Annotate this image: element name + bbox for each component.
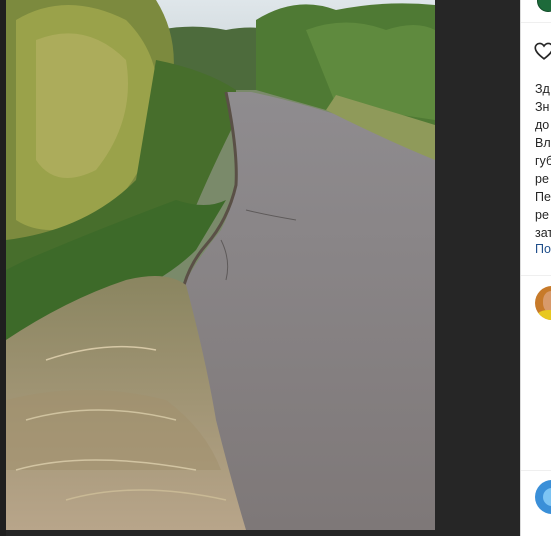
caption-line: ре <box>535 172 549 186</box>
post-photo[interactable] <box>6 0 435 530</box>
caption-line: Вл <box>535 136 551 150</box>
caption-line: зат <box>535 226 551 240</box>
post-caption: Зд Зн до Вл губ ре Пе ре зат <box>535 80 551 242</box>
caption-line: Зн <box>535 100 550 114</box>
heart-icon[interactable] <box>533 40 551 62</box>
road-photo-illustration <box>6 0 435 530</box>
show-more-link[interactable]: По <box>535 242 551 256</box>
caption-line: до <box>535 118 550 132</box>
divider <box>521 22 551 23</box>
comment-author-avatar[interactable] <box>535 286 551 320</box>
divider <box>521 275 551 276</box>
caption-line: ре <box>535 208 549 222</box>
caption-line: Пе <box>535 190 551 204</box>
author-avatar[interactable] <box>537 0 551 12</box>
current-user-avatar[interactable] <box>535 480 551 514</box>
post-side-panel: Зд Зн до Вл губ ре Пе ре зат По <box>520 0 551 536</box>
caption-line: Зд <box>535 82 550 96</box>
avatar-shirt <box>537 310 551 320</box>
divider <box>521 470 551 471</box>
caption-line: губ <box>535 154 551 168</box>
